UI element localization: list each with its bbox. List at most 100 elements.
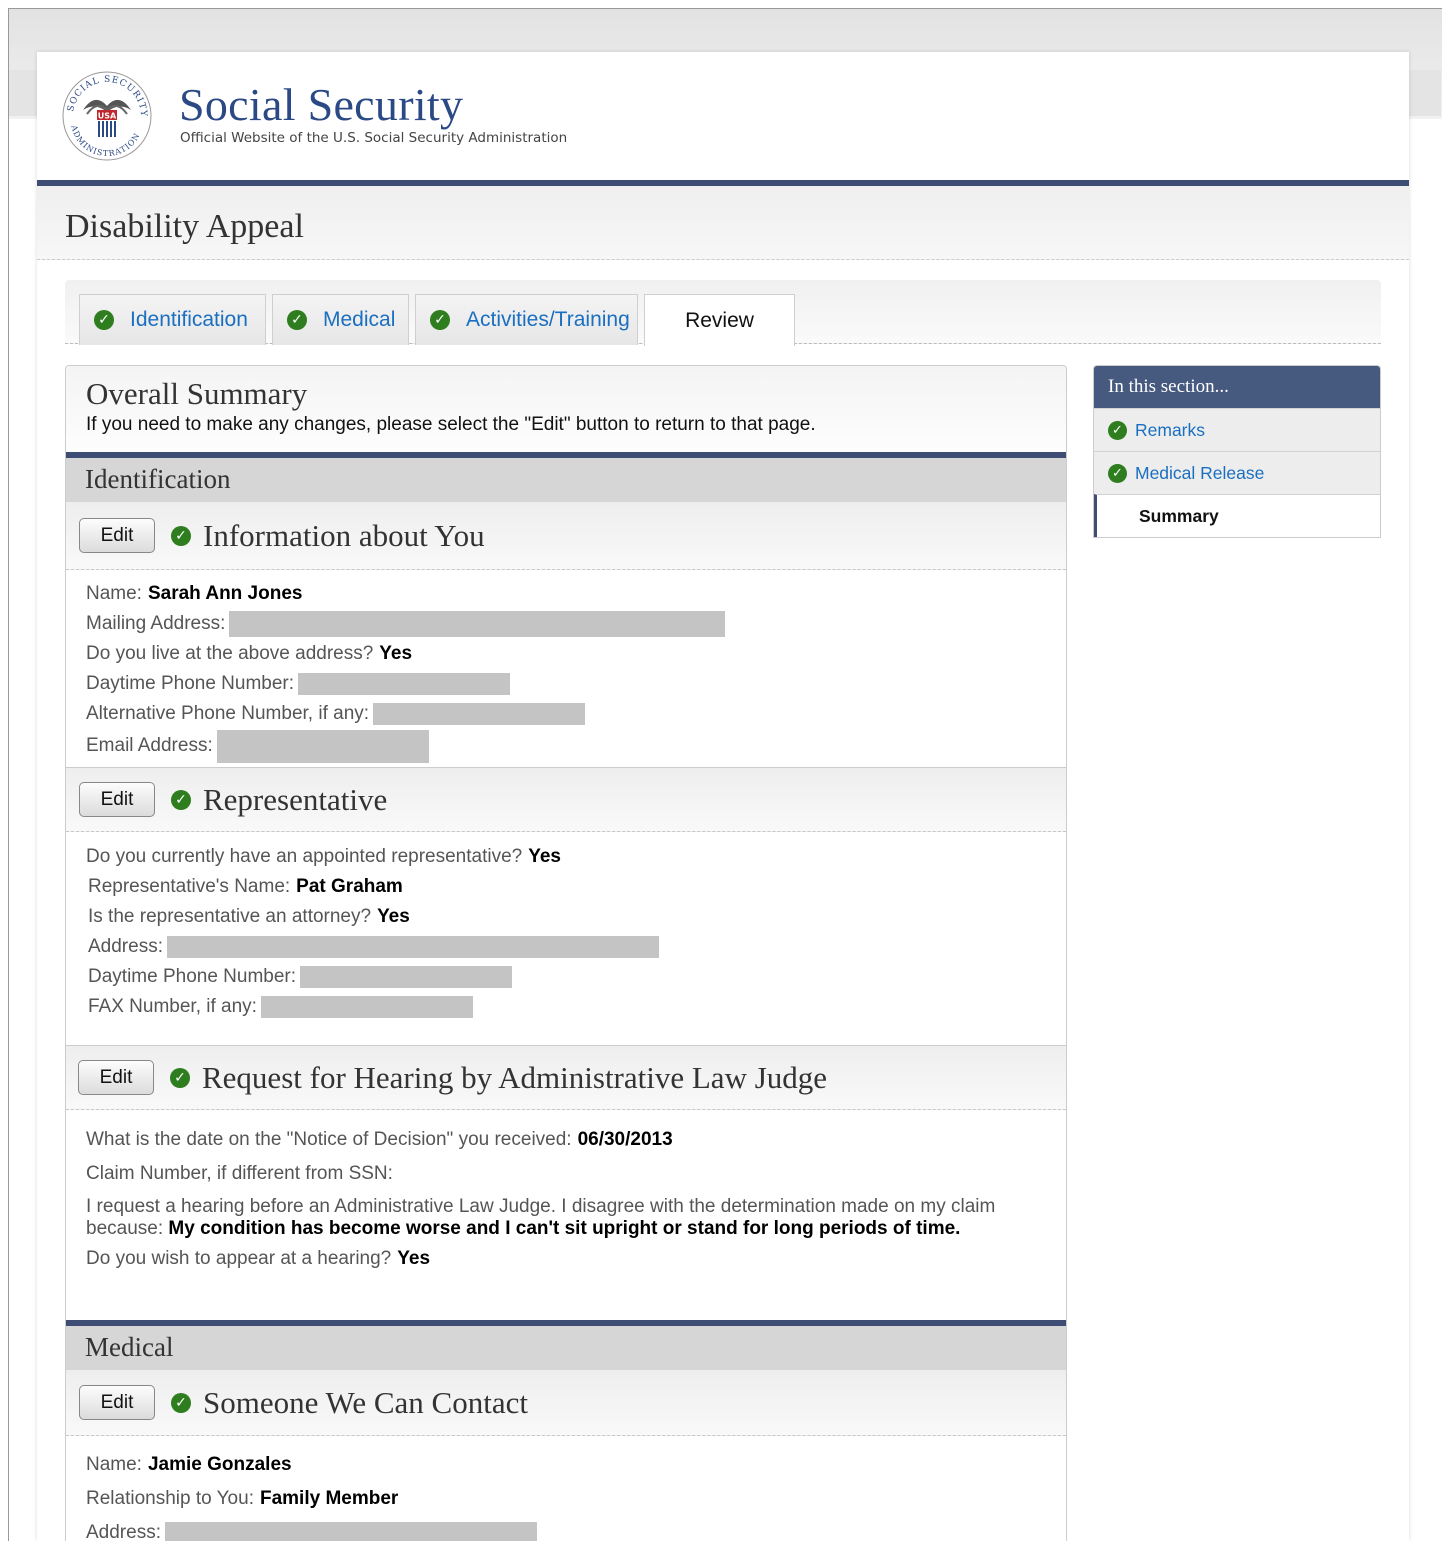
- sidebar-item-label: Summary: [1139, 505, 1219, 526]
- field-label: Do you wish to appear at a hearing?: [86, 1248, 392, 1269]
- check-circle-icon: ✓: [94, 310, 114, 330]
- field-label: Daytime Phone Number:: [86, 673, 295, 694]
- field-label: Representative's Name:: [88, 876, 291, 897]
- subsection-title: Someone We Can Contact: [203, 1384, 528, 1420]
- field-contact-name: Name: Jamie Gonzales: [86, 1448, 1046, 1482]
- edit-info-button[interactable]: Edit: [79, 518, 155, 553]
- field-value: Yes: [528, 846, 561, 867]
- field-label: Name:: [86, 1454, 142, 1475]
- sidebar-item-medical-release[interactable]: ✓ Medical Release: [1094, 451, 1380, 494]
- tab-identification[interactable]: ✓ Identification: [79, 294, 266, 345]
- field-has-representative: Do you currently have an appointed repre…: [86, 842, 1046, 872]
- tab-activities-training[interactable]: ✓ Activities/Training: [415, 294, 638, 345]
- subsection-title: Information about You: [203, 517, 485, 553]
- subsection-title: Representative: [203, 781, 388, 817]
- field-daytime-phone: Daytime Phone Number:: [86, 669, 1046, 699]
- redacted-value: [373, 703, 586, 725]
- field-value: Jamie Gonzales: [147, 1454, 292, 1475]
- subsection-title: Request for Hearing by Administrative La…: [202, 1059, 828, 1095]
- check-circle-icon: ✓: [287, 310, 307, 330]
- sidebar-item-label: Remarks: [1135, 419, 1206, 440]
- field-label: What is the date on the "Notice of Decis…: [86, 1129, 572, 1150]
- field-label: Address:: [88, 936, 163, 957]
- field-hearing-request: I request a hearing before an Administra…: [86, 1196, 1036, 1240]
- subsection-header-contact: Edit ✓ Someone We Can Contact: [66, 1370, 1066, 1436]
- field-label: Mailing Address:: [86, 613, 226, 634]
- field-label: Do you currently have an appointed repre…: [86, 846, 523, 867]
- summary-panel: Overall Summary If you need to make any …: [65, 365, 1067, 1541]
- check-circle-icon: ✓: [171, 525, 191, 546]
- field-label: Name:: [86, 583, 142, 604]
- check-circle-icon: ✓: [171, 789, 191, 810]
- sidebar-item-remarks[interactable]: ✓ Remarks: [1094, 408, 1380, 451]
- field-value: Family Member: [259, 1488, 399, 1509]
- field-contact-address: Address:: [86, 1516, 1046, 1541]
- field-value: Yes: [397, 1248, 431, 1269]
- title-bar: Disability Appeal: [37, 186, 1409, 260]
- sidebar-item-label: Medical Release: [1135, 462, 1265, 483]
- field-claim-number: Claim Number, if different from SSN:: [86, 1156, 1046, 1192]
- redacted-value: [164, 1522, 537, 1541]
- tab-review[interactable]: Review: [644, 294, 795, 346]
- info-body: Name: Sarah Ann Jones Mailing Address: Do…: [66, 570, 1066, 768]
- field-rep-daytime-phone: Daytime Phone Number:: [86, 962, 1046, 992]
- subsection-header-info: Edit ✓ Information about You: [66, 502, 1066, 570]
- field-rep-name: Representative's Name: Pat Graham: [86, 872, 1046, 902]
- tab-label: Review: [685, 308, 754, 332]
- edit-representative-button[interactable]: Edit: [79, 782, 155, 817]
- overall-summary-note: If you need to make any changes, please …: [86, 414, 816, 435]
- field-email: Email Address:: [86, 729, 1046, 763]
- field-label: Alternative Phone Number, if any:: [86, 703, 370, 724]
- page-title: Disability Appeal: [65, 208, 304, 245]
- field-rep-fax: FAX Number, if any:: [86, 992, 1046, 1022]
- field-rep-attorney: Is the representative an attorney? Yes: [86, 902, 1046, 932]
- contact-body: Name: Jamie Gonzales Relationship to You:…: [66, 1436, 1066, 1541]
- check-circle-icon: ✓: [171, 1392, 191, 1413]
- tab-label: Identification: [130, 308, 248, 331]
- tab-label: Activities/Training: [466, 308, 630, 331]
- field-live-at-address: Do you live at the above address? Yes: [86, 639, 1046, 669]
- edit-hearing-button[interactable]: Edit: [78, 1060, 154, 1095]
- check-circle-icon: ✓: [1108, 420, 1127, 440]
- field-value: Sarah Ann Jones: [147, 583, 303, 604]
- field-label: Do you live at the above address?: [86, 643, 374, 664]
- overall-summary-header: Overall Summary If you need to make any …: [66, 366, 1066, 452]
- field-mailing-address: Mailing Address:: [86, 609, 1046, 639]
- check-circle-icon: ✓: [430, 310, 450, 330]
- field-label: Address:: [86, 1522, 161, 1541]
- field-label: Claim Number, if different from SSN:: [86, 1163, 393, 1184]
- field-label: Daytime Phone Number:: [88, 966, 297, 987]
- field-appear-hearing: Do you wish to appear at a hearing? Yes: [86, 1242, 1046, 1276]
- tab-medical[interactable]: ✓ Medical: [272, 294, 409, 345]
- overall-summary-title: Overall Summary: [86, 376, 308, 411]
- field-value: 06/30/2013: [577, 1129, 673, 1150]
- field-value: Yes: [379, 643, 413, 664]
- redacted-value: [298, 673, 511, 695]
- field-alt-phone: Alternative Phone Number, if any:: [86, 699, 1046, 729]
- sidebar-heading: In this section...: [1094, 366, 1380, 408]
- subsection-header-hearing: Edit ✓ Request for Hearing by Administra…: [66, 1046, 1066, 1110]
- section-medical: Medical: [66, 1320, 1066, 1370]
- hearing-body: What is the date on the "Notice of Decis…: [66, 1110, 1066, 1320]
- check-circle-icon: ✓: [1108, 463, 1127, 483]
- field-name: Name: Sarah Ann Jones: [86, 579, 1046, 609]
- subsection-header-representative: Edit ✓ Representative: [66, 768, 1066, 832]
- field-contact-relationship: Relationship to You: Family Member: [86, 1482, 1046, 1516]
- sidebar-item-summary[interactable]: Summary: [1094, 494, 1380, 537]
- field-notice-date: What is the date on the "Notice of Decis…: [86, 1124, 1046, 1156]
- field-label: Is the representative an attorney?: [88, 906, 372, 927]
- redacted-value: [166, 936, 659, 958]
- field-label: Relationship to You:: [86, 1488, 254, 1509]
- seal-usa: USA: [98, 112, 117, 121]
- field-value: Yes: [377, 906, 410, 927]
- field-label: FAX Number, if any:: [88, 996, 257, 1017]
- redacted-value: [229, 611, 726, 637]
- brand-title[interactable]: Social Security: [179, 78, 463, 131]
- edit-contact-button[interactable]: Edit: [79, 1385, 155, 1420]
- tab-bar: ✓ Identification ✓ Medical ✓ Activities/…: [65, 280, 1381, 346]
- field-rep-address: Address:: [86, 932, 1046, 962]
- field-value: Pat Graham: [296, 876, 403, 897]
- redacted-value: [216, 729, 429, 763]
- site-header: SOCIAL SECURITY ADMINISTRATION USA Socia…: [37, 52, 1409, 180]
- ssa-seal-logo[interactable]: SOCIAL SECURITY ADMINISTRATION USA: [61, 70, 153, 162]
